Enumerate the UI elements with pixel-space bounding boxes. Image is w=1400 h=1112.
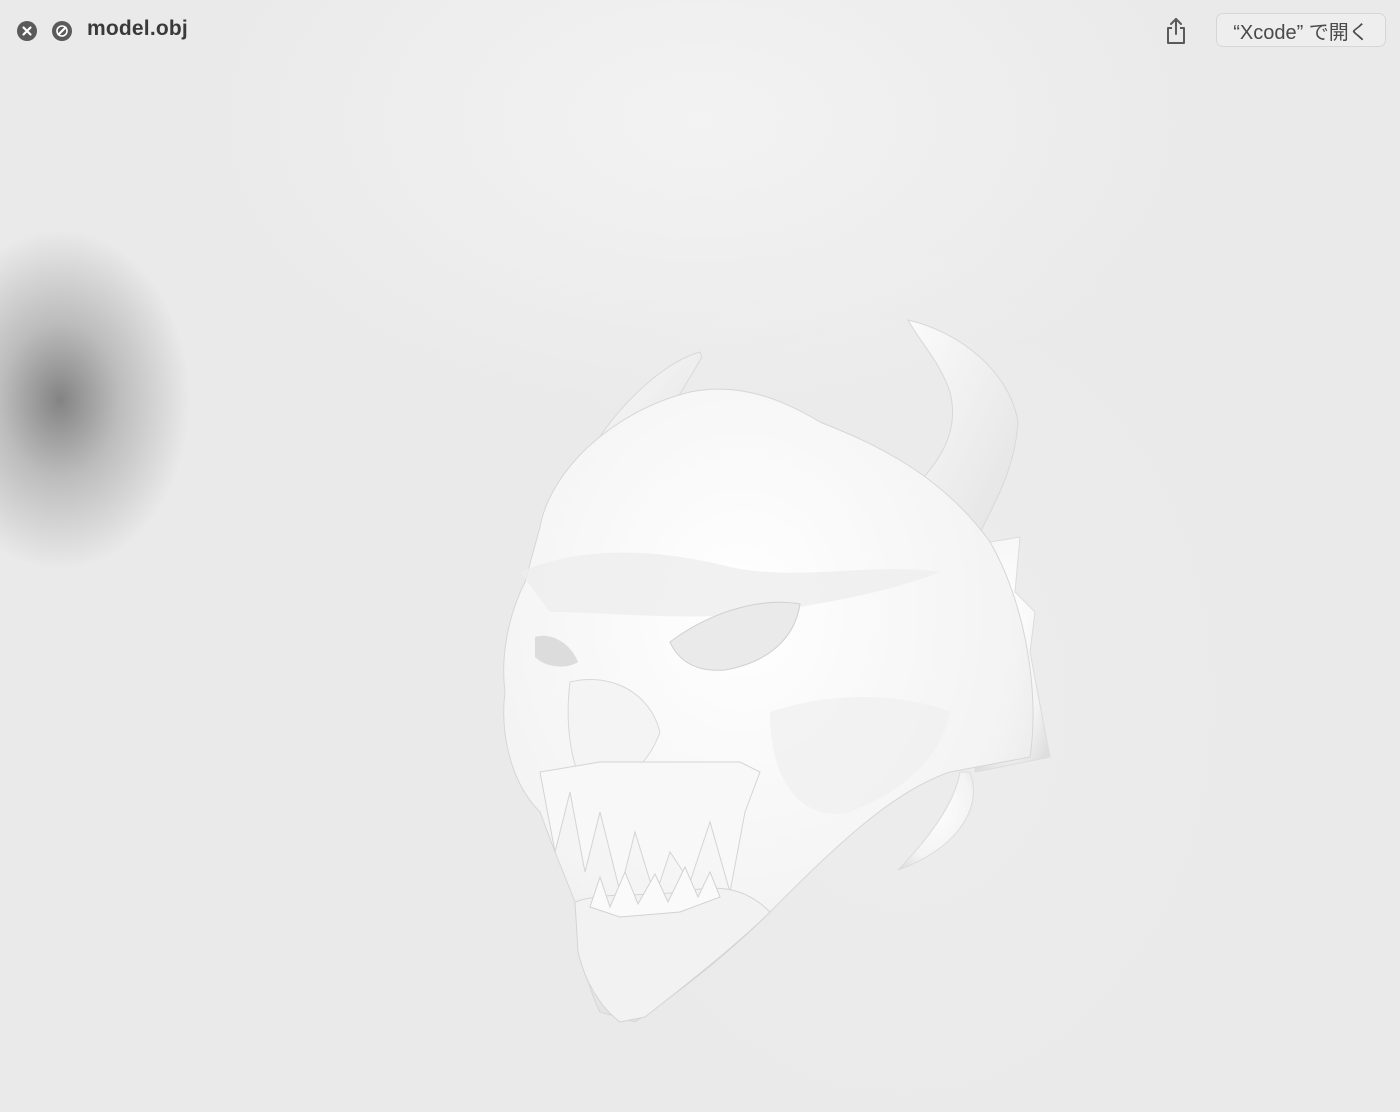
fullscreen-button[interactable] [52,21,72,41]
quicklook-window: model.obj “Xcode” で開く [0,0,1400,1112]
share-button[interactable] [1161,14,1191,48]
open-with-xcode-button[interactable]: “Xcode” で開く [1216,13,1386,47]
3d-model[interactable] [470,292,1070,1032]
close-button[interactable] [17,21,37,41]
window-title: model.obj [87,17,188,40]
close-icon [22,26,32,36]
titlebar: model.obj “Xcode” で開く [0,0,1400,62]
3d-viewport[interactable] [0,62,1400,1112]
share-icon [1167,18,1185,44]
pin-icon [56,25,68,37]
